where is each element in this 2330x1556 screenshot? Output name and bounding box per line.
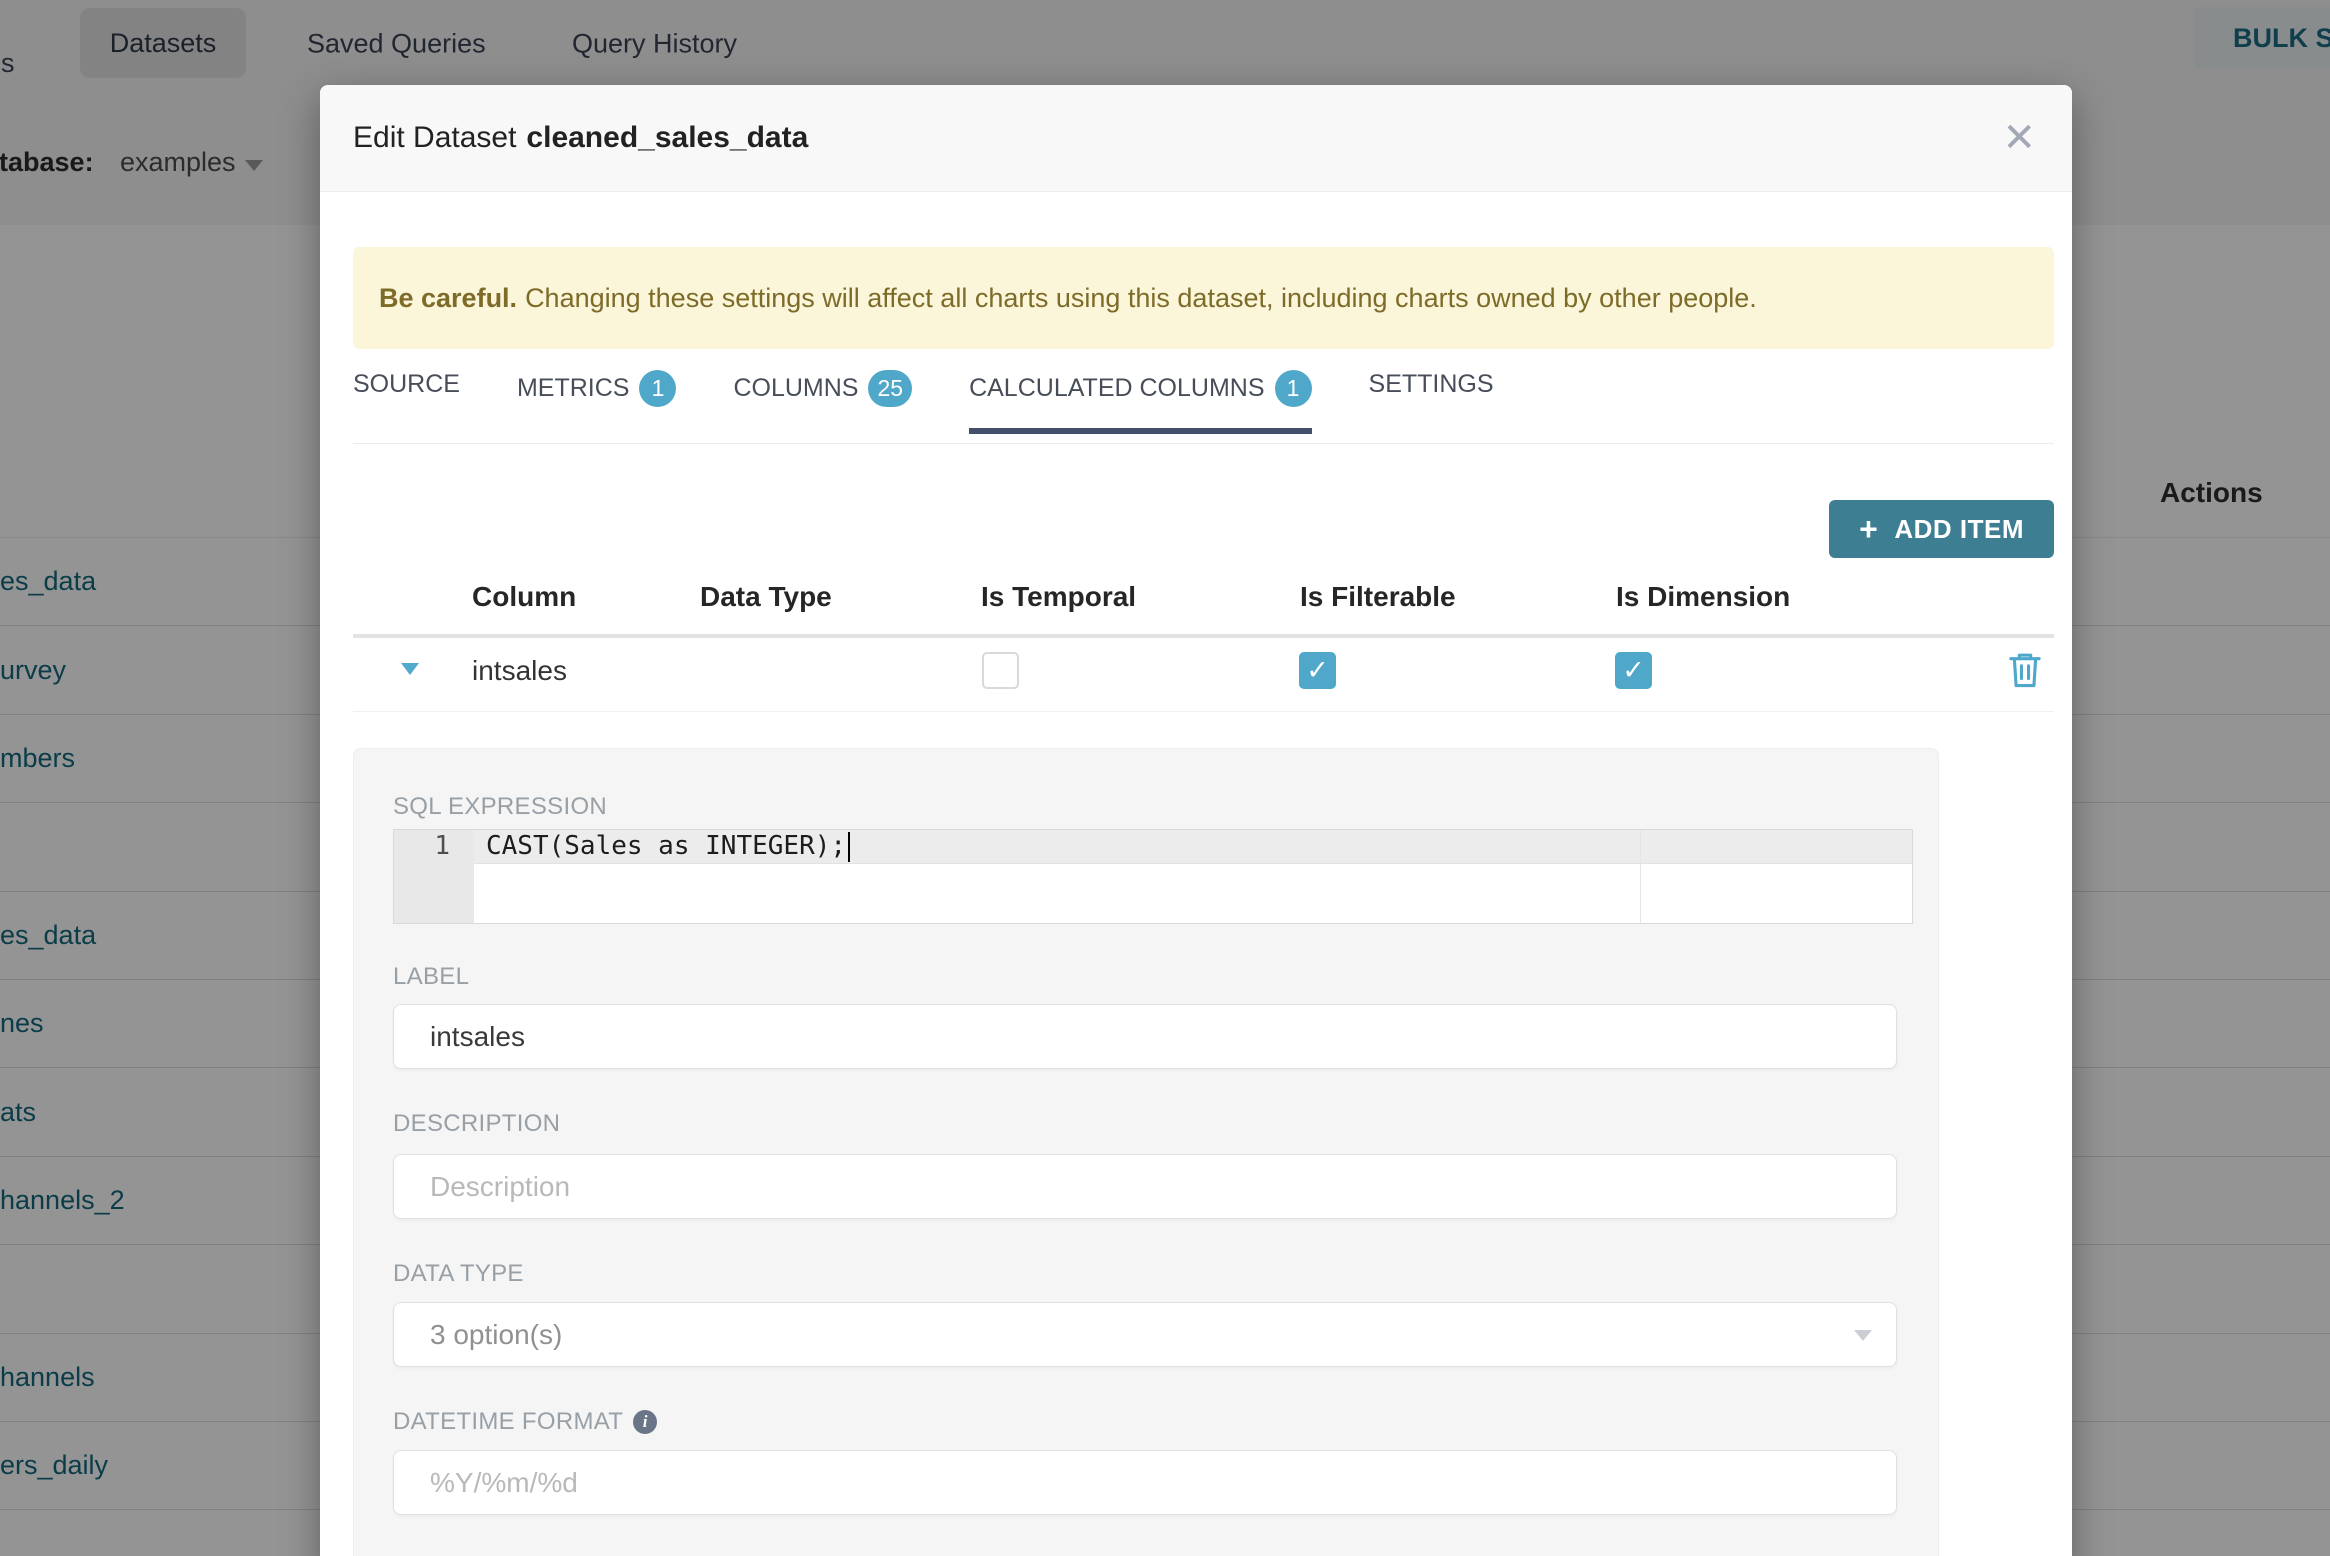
is-dimension-checkbox[interactable]: ✓: [1615, 652, 1652, 689]
line-number: 1: [434, 831, 450, 861]
editor-gutter: 1: [394, 830, 474, 923]
add-item-label: ADD ITEM: [1894, 513, 2024, 544]
modal-title: Edit Dataset cleaned_sales_data: [353, 121, 808, 155]
datasets-page: es Datasets Saved Queries Query History …: [0, 0, 2330, 1556]
modal-tabs: SOURCE METRICS 1 COLUMNS 25 CALCULATED COL…: [353, 370, 2054, 444]
tab-calculated-columns[interactable]: CALCULATED COLUMNS 1: [969, 370, 1312, 434]
check-icon: ✓: [1306, 655, 1329, 685]
data-type-select[interactable]: 3 option(s): [393, 1302, 1897, 1367]
description-input[interactable]: [393, 1154, 1897, 1219]
modal-header: Edit Dataset cleaned_sales_data ✕: [320, 85, 2072, 192]
info-icon[interactable]: i: [633, 1410, 658, 1434]
check-icon: ✓: [1622, 655, 1645, 685]
calculated-column-detail-panel: SQL EXPRESSION 1 CAST(Sales as INTEGER);…: [353, 748, 1939, 1556]
is-temporal-checkbox[interactable]: [982, 652, 1019, 689]
trash-icon[interactable]: [2008, 651, 2042, 689]
tab-label: METRICS: [516, 374, 630, 402]
warning-banner-text: Changing these settings will affect all …: [525, 282, 1757, 313]
data-type-field-label: DATA TYPE: [393, 1260, 524, 1287]
tab-source[interactable]: SOURCE: [353, 370, 460, 425]
warning-banner-bold: Be careful.: [379, 282, 518, 313]
dataset-name: cleaned_sales_data: [526, 121, 809, 154]
column-header-is-filterable: Is Filterable: [1300, 581, 1456, 612]
data-type-selected-value: 3 option(s): [430, 1318, 563, 1350]
label-field-label: LABEL: [393, 963, 470, 990]
calculated-column-name: intsales: [472, 655, 567, 686]
column-header-data-type: Data Type: [700, 581, 832, 612]
close-icon[interactable]: ✕: [1996, 117, 2042, 159]
tab-settings[interactable]: SETTINGS: [1369, 370, 1494, 425]
tab-label: CALCULATED COLUMNS: [969, 374, 1265, 402]
plus-icon: +: [1859, 511, 1879, 547]
sql-code: CAST(Sales as INTEGER);: [486, 830, 851, 863]
sql-expression-label: SQL EXPRESSION: [393, 793, 608, 820]
modal-title-prefix: Edit Dataset: [353, 121, 517, 154]
tab-count-badge: 1: [1274, 370, 1312, 407]
column-header-column: Column: [472, 581, 577, 612]
column-header-is-dimension: Is Dimension: [1616, 581, 1791, 612]
warning-banner: Be careful. Changing these settings will…: [353, 247, 2054, 349]
add-item-button[interactable]: + ADD ITEM: [1829, 500, 2054, 558]
is-filterable-checkbox[interactable]: ✓: [1299, 652, 1336, 689]
table-row-divider: [353, 711, 2054, 712]
collapse-row-caret-icon[interactable]: [401, 663, 419, 675]
datetime-format-input[interactable]: [393, 1450, 1897, 1515]
label-input[interactable]: [393, 1004, 1897, 1069]
tab-count-badge: 25: [868, 370, 913, 407]
tab-label: COLUMNS: [733, 374, 859, 402]
chevron-down-icon: [1854, 1330, 1872, 1341]
column-header-is-temporal: Is Temporal: [981, 581, 1137, 612]
datetime-format-field-label: DATETIME FORMAT i: [393, 1408, 658, 1436]
table-header-divider: [353, 634, 2054, 638]
sql-expression-editor[interactable]: 1 CAST(Sales as INTEGER);: [393, 829, 1913, 924]
tab-label: SOURCE: [353, 370, 460, 398]
text-cursor: [848, 831, 851, 862]
tab-metrics[interactable]: METRICS 1: [517, 370, 677, 433]
datetime-format-label-text: DATETIME FORMAT: [393, 1408, 624, 1435]
editor-print-margin: [1640, 830, 1641, 923]
edit-dataset-modal: Edit Dataset cleaned_sales_data ✕ Be care…: [320, 85, 2072, 1556]
tab-count-badge: 1: [639, 370, 677, 407]
description-field-label: DESCRIPTION: [393, 1110, 561, 1137]
tab-columns[interactable]: COLUMNS 25: [733, 370, 913, 433]
tab-label: SETTINGS: [1368, 370, 1494, 398]
